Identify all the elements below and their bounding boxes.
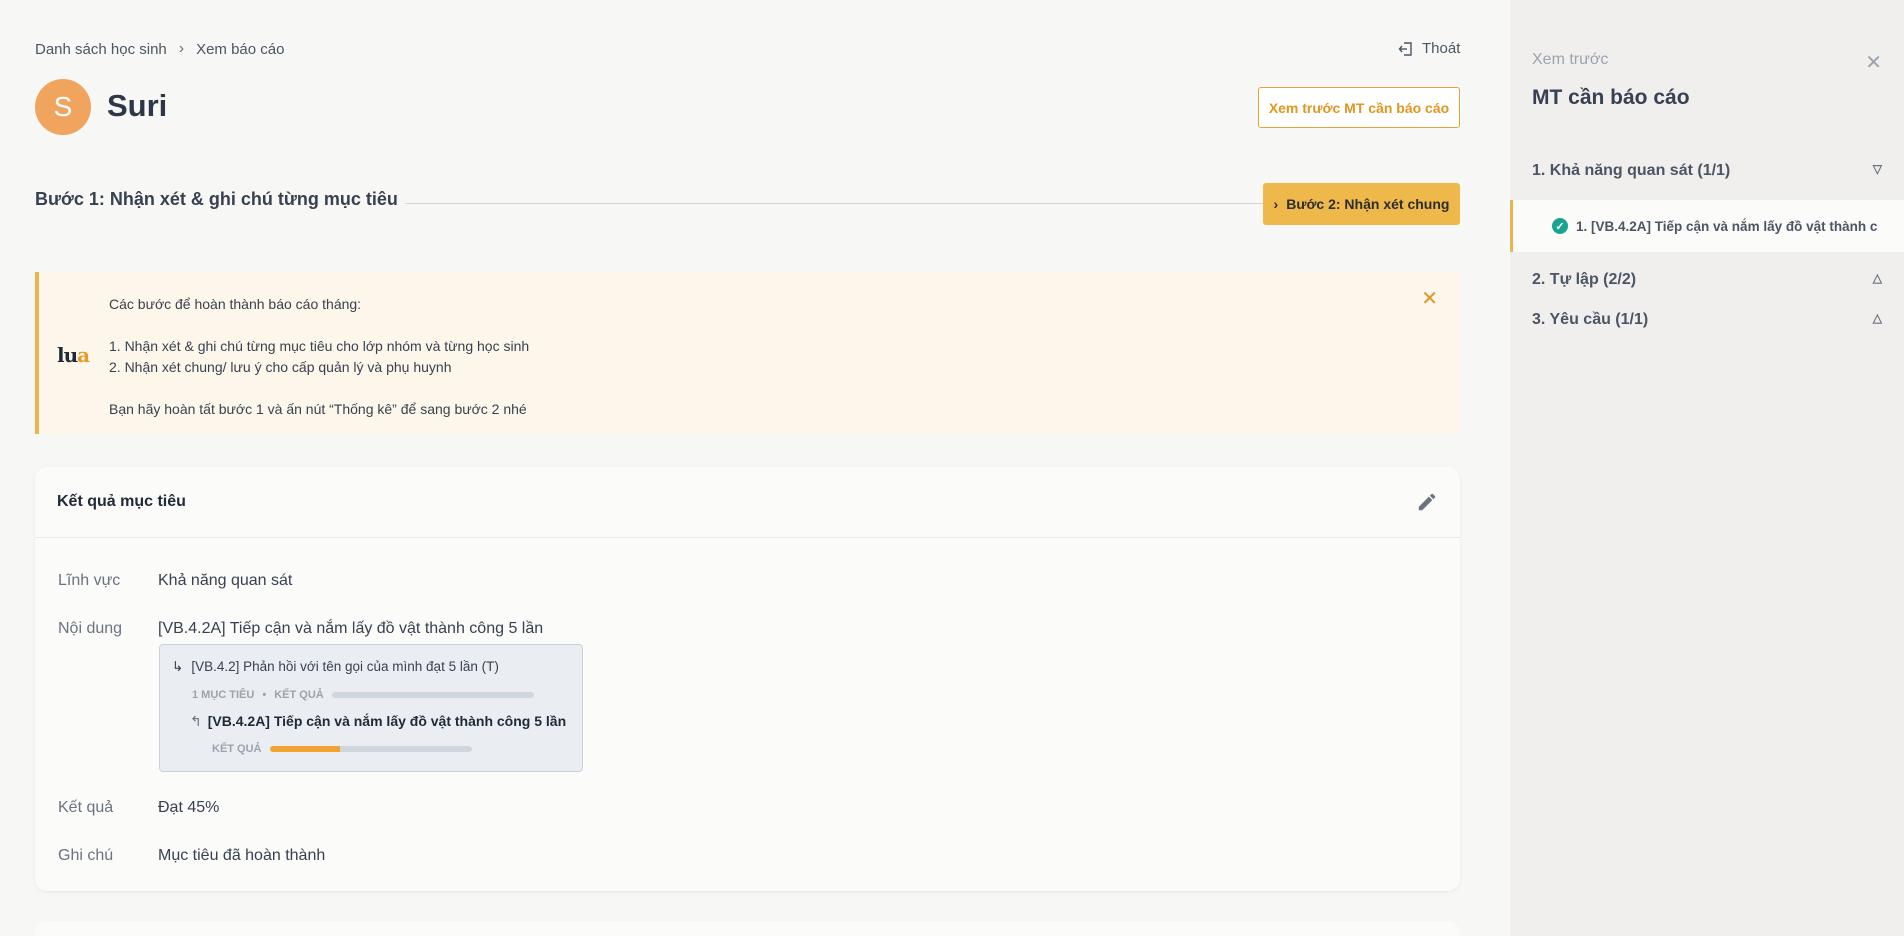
parent-goal: ↳ [VB.4.2] Phản hồi với tên gọi của mình… xyxy=(172,659,499,675)
note-label: Ghi chú xyxy=(58,847,114,864)
return-arrow-icon: ↰ xyxy=(190,713,202,729)
notice-step2: 2. Nhận xét chung/ lưu ý cho cấp quản lý… xyxy=(109,359,452,375)
breadcrumb-separator: › xyxy=(178,40,185,57)
goal-tree: ↳ [VB.4.2] Phản hồi với tên gọi của mình… xyxy=(159,644,583,772)
parent-goal-count: 1 MỤC TIÊU xyxy=(192,689,255,701)
field-value: Khả năng quan sát xyxy=(158,572,293,589)
pencil-icon[interactable] xyxy=(1416,491,1438,513)
sidebar-goal-item[interactable]: ✓ 1. [VB.4.2A] Tiếp cận và nắm lấy đồ vậ… xyxy=(1510,200,1904,252)
lua-logo: lua xyxy=(57,343,90,367)
notice-text: Các bước để hoàn thành báo cáo tháng: 1.… xyxy=(109,294,529,420)
parent-goal-result-label: KẾT QUẢ xyxy=(274,689,324,701)
breadcrumb-view-report: Xem báo cáo xyxy=(196,40,285,58)
preview-sidebar: Xem trước MT cần báo cáo ✕ 1. Khả năng q… xyxy=(1510,0,1904,936)
group-label: 1. Khả năng quan sát (1/1) xyxy=(1532,162,1731,179)
sidebar-subtitle: Xem trước xyxy=(1532,51,1609,68)
content-label: Nội dung xyxy=(58,620,123,637)
card-header: Kết quả mục tiêu xyxy=(35,467,1460,538)
child-goal: ↰ [VB.4.2A] Tiếp cận và nắm lấy đồ vật t… xyxy=(190,713,566,730)
field-row: Lĩnh vực Khả năng quan sát xyxy=(58,572,292,590)
field-label: Lĩnh vực xyxy=(58,572,121,589)
close-icon[interactable]: ✕ xyxy=(1865,50,1882,75)
goal-result-card: Kết quả mục tiêu Lĩnh vực Khả năng quan … xyxy=(35,467,1460,891)
note-row: Ghi chú Mục tiêu đã hoàn thành xyxy=(58,847,325,865)
parent-goal-meta: 1 MỤC TIÊU • KẾT QUẢ xyxy=(192,689,534,701)
check-circle-icon: ✓ xyxy=(1552,218,1568,234)
child-goal-result-label: KẾT QUẢ xyxy=(212,743,262,755)
avatar: S xyxy=(35,79,91,135)
chevron-down-icon: ▽ xyxy=(1872,162,1882,176)
student-name: Suri xyxy=(107,88,168,123)
instructions-notice: lua Các bước để hoàn thành báo cáo tháng… xyxy=(35,272,1460,434)
step1-title: Bước 1: Nhận xét & ghi chú từng mục tiêu xyxy=(35,189,398,209)
main-content: Danh sách học sinh › Xem báo cáo Thoát S… xyxy=(0,0,1510,936)
chevron-up-icon: △ xyxy=(1872,311,1882,325)
sidebar-title: MT cần báo cáo xyxy=(1532,86,1690,109)
group-label: 3. Yêu cầu (1/1) xyxy=(1532,311,1649,328)
step2-button[interactable]: › Bước 2: Nhận xét chung xyxy=(1263,183,1460,225)
child-goal-text: [VB.4.2A] Tiếp cận và nắm lấy đồ vật thà… xyxy=(207,713,567,729)
step2-label: Bước 2: Nhận xét chung xyxy=(1286,196,1450,212)
notice-step1: 1. Nhận xét & ghi chú từng mục tiêu cho … xyxy=(109,338,530,354)
logout-button[interactable]: Thoát xyxy=(1398,40,1460,57)
breadcrumb: Danh sách học sinh › Xem báo cáo xyxy=(35,40,284,58)
card-title: Kết quả mục tiêu xyxy=(57,493,186,510)
chevron-up-icon: △ xyxy=(1872,271,1882,285)
group-label: 2. Tự lập (2/2) xyxy=(1532,271,1637,288)
bullet-dot: • xyxy=(262,689,267,701)
logout-label: Thoát xyxy=(1422,40,1461,57)
notice-outro: Bạn hãy hoàn tất bước 1 và ấn nút “Thống… xyxy=(109,401,527,417)
sidebar-goal-label: 1. [VB.4.2A] Tiếp cận và nắm lấy đồ vật … xyxy=(1576,218,1878,234)
parent-goal-text: [VB.4.2] Phản hồi với tên gọi của mình đ… xyxy=(191,659,499,674)
preview-goals-button[interactable]: Xem trước MT cần báo cáo xyxy=(1258,87,1460,128)
breadcrumb-student-list[interactable]: Danh sách học sinh xyxy=(35,41,167,58)
sidebar-group-requests[interactable]: 3. Yêu cầu (1/1) △ xyxy=(1532,311,1882,329)
result-row: Kết quả Đạt 45% xyxy=(58,799,219,817)
subdirectory-arrow-icon: ↳ xyxy=(172,659,184,674)
chevron-right-icon: › xyxy=(1273,196,1279,212)
step-divider xyxy=(405,203,1263,204)
content-value: [VB.4.2A] Tiếp cận và nắm lấy đồ vật thà… xyxy=(158,620,544,637)
content-row: Nội dung [VB.4.2A] Tiếp cận và nắm lấy đ… xyxy=(58,620,543,638)
sidebar-group-self-care[interactable]: 2. Tự lập (2/2) △ xyxy=(1532,271,1882,289)
child-progress-fill xyxy=(269,746,341,752)
next-card xyxy=(35,922,1460,936)
notice-intro: Các bước để hoàn thành báo cáo tháng: xyxy=(109,296,362,312)
result-value: Đạt 45% xyxy=(158,799,220,816)
result-label: Kết quả xyxy=(58,799,114,816)
child-goal-meta: KẾT QUẢ xyxy=(212,743,472,755)
parent-progress-bar xyxy=(331,692,534,698)
note-value: Mục tiêu đã hoàn thành xyxy=(158,847,326,864)
logout-icon xyxy=(1398,41,1412,56)
child-progress-bar xyxy=(269,746,472,752)
close-icon[interactable]: ✕ xyxy=(1421,286,1438,311)
sidebar-group-observation[interactable]: 1. Khả năng quan sát (1/1) ▽ xyxy=(1532,162,1882,180)
